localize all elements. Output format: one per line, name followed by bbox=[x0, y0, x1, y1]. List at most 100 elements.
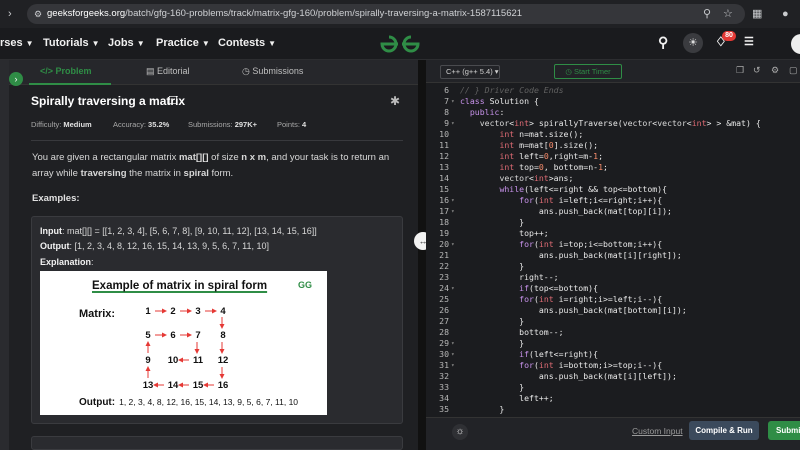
code-token: for bbox=[519, 195, 534, 205]
line-number: 33 bbox=[439, 382, 449, 392]
code-token: right--; bbox=[460, 272, 559, 282]
fold-icon[interactable]: ▾ bbox=[451, 118, 455, 129]
code-token: i=left;i<=right;i++){ bbox=[553, 195, 663, 205]
fold-icon[interactable]: ▾ bbox=[451, 349, 455, 360]
problem-description: You are given a rectangular matrix mat[]… bbox=[32, 152, 390, 179]
avatar[interactable] bbox=[791, 34, 800, 54]
matrix-cell: 12 bbox=[217, 355, 229, 366]
code-text: while(left<=right && top<=bottom){ bbox=[460, 184, 667, 195]
nav-jobs[interactable]: Jobs ▼ bbox=[108, 37, 145, 49]
code-text: } bbox=[460, 217, 524, 228]
address-bar[interactable]: ⚙ geeksforgeeks.org/batch/gfg-160-proble… bbox=[27, 4, 745, 24]
compile-run-button[interactable]: Compile & Run bbox=[689, 421, 759, 440]
code-token: ans.push_back(mat[bottom][i]); bbox=[460, 305, 687, 315]
line-number: 9 bbox=[444, 118, 449, 128]
code-text: // } Driver Code Ends bbox=[460, 85, 564, 96]
line-number: 17 bbox=[439, 206, 449, 216]
tab-submissions[interactable]: ◷ Submissions bbox=[242, 66, 303, 77]
code-editor[interactable]: 6// } Driver Code Ends 7 ▾ class Solution {… bbox=[426, 83, 800, 417]
fold-icon[interactable]: ▾ bbox=[451, 360, 455, 371]
reset-icon[interactable]: ↺ bbox=[753, 65, 761, 76]
matrix-cell: 6 bbox=[170, 330, 176, 341]
bookmark-star-icon[interactable]: ☆ bbox=[723, 6, 733, 22]
tab-arrow-icon[interactable]: › bbox=[8, 6, 12, 22]
tab-problem[interactable]: </> Problem bbox=[40, 66, 92, 76]
matrix-cell: 5 bbox=[145, 330, 151, 341]
extensions-icon[interactable]: ▦ bbox=[752, 6, 762, 22]
code-token: i=bottom;i>=top;i--){ bbox=[553, 360, 663, 370]
theme-toggle-icon[interactable]: ☀ bbox=[683, 33, 703, 53]
profile-icon[interactable]: ● bbox=[782, 6, 789, 22]
code-token: >ans; bbox=[548, 173, 574, 183]
matrix-cell: 8 bbox=[220, 330, 226, 341]
page-title: Spirally traversing a matrix bbox=[31, 94, 186, 108]
matrix-cell: 7 bbox=[195, 330, 201, 341]
code-token: (left<=right){ bbox=[529, 349, 599, 359]
fold-icon[interactable]: ▾ bbox=[451, 338, 455, 349]
code-token: if bbox=[519, 283, 530, 293]
panel-splitter[interactable] bbox=[418, 60, 426, 450]
start-timer-button[interactable]: ◷ Start Timer bbox=[554, 64, 622, 79]
code-token: int bbox=[533, 173, 549, 183]
example-output: Output: [1, 2, 3, 4, 8, 12, 16, 15, 14, … bbox=[40, 241, 269, 251]
custom-input-link[interactable]: Custom Input bbox=[632, 426, 683, 436]
gfg-logo[interactable] bbox=[378, 33, 422, 55]
zoom-icon[interactable]: ⚲ bbox=[703, 6, 711, 22]
line-number: 31 bbox=[439, 360, 449, 370]
code-token: ; bbox=[603, 162, 608, 172]
matrix-cell: 2 bbox=[170, 306, 176, 317]
fold-icon[interactable]: ▾ bbox=[451, 283, 455, 294]
line-number: 11 bbox=[439, 140, 449, 150]
nav-tutorials[interactable]: Tutorials ▼ bbox=[43, 37, 100, 49]
fold-icon[interactable]: ▾ bbox=[451, 239, 455, 250]
code-token: vector bbox=[622, 118, 653, 128]
matrix-cell: 15 bbox=[192, 380, 204, 391]
nav-contests[interactable]: Contests ▼ bbox=[218, 37, 276, 49]
code-text: for(int i=top;i<=bottom;i++){ bbox=[460, 239, 662, 250]
submissions-count: Submissions: 297K+ bbox=[188, 120, 258, 129]
copy-icon[interactable]: ❐ bbox=[736, 65, 744, 76]
code-text: bottom--; bbox=[460, 327, 563, 338]
bookmark-icon[interactable]: ☐ bbox=[168, 94, 178, 107]
fold-icon[interactable]: ▾ bbox=[451, 96, 455, 107]
matrix-cell: 14 bbox=[167, 380, 179, 391]
tab-editorial[interactable]: ▤ Editorial bbox=[146, 66, 190, 77]
matrix-cell: 3 bbox=[195, 306, 201, 317]
submit-button[interactable]: Submit bbox=[768, 421, 800, 440]
code-token: ,right=m- bbox=[548, 151, 594, 161]
code-text: ans.push_back(mat[bottom][i]); bbox=[460, 305, 687, 316]
fullscreen-icon[interactable]: ▢ bbox=[789, 65, 798, 76]
code-token: left= bbox=[514, 151, 544, 161]
code-token: int bbox=[691, 118, 707, 128]
fold-icon[interactable]: ▾ bbox=[451, 195, 455, 206]
divider bbox=[31, 140, 403, 141]
nav-courses[interactable]: rses ▼ bbox=[0, 37, 34, 49]
lightbulb-icon[interactable]: ☼ bbox=[452, 424, 468, 440]
fold-icon[interactable]: ▾ bbox=[451, 206, 455, 217]
chevron-down-icon: ▼ bbox=[136, 39, 145, 48]
code-token: int bbox=[538, 239, 554, 249]
code-token: int bbox=[499, 129, 515, 139]
settings-icon[interactable]: ⚙ bbox=[771, 65, 779, 76]
code-token: top++; bbox=[460, 228, 549, 238]
matrix-cell: 13 bbox=[142, 380, 154, 391]
site-settings-icon[interactable]: ⚙ bbox=[34, 6, 42, 22]
notification-badge: 80 bbox=[722, 31, 736, 41]
language-select[interactable]: C++ (g++ 5.4) ▾ bbox=[440, 65, 500, 79]
code-token: ans.push_back(mat[i][right]); bbox=[460, 250, 682, 260]
line-number: 16 bbox=[439, 195, 449, 205]
example-box: Input: mat[][] = [[1, 2, 3, 4], [5, 6, 7… bbox=[31, 216, 403, 424]
search-icon[interactable]: ⚲ bbox=[658, 34, 668, 51]
language-icon[interactable]: ☰ bbox=[744, 35, 754, 48]
matrix-cell: 10 bbox=[167, 355, 179, 366]
report-bug-icon[interactable]: ✱ bbox=[390, 94, 400, 108]
matrix-cell: 11 bbox=[192, 355, 204, 366]
panel-toggle-icon[interactable]: › bbox=[9, 72, 23, 86]
nav-practice[interactable]: Practice ▼ bbox=[156, 37, 210, 49]
